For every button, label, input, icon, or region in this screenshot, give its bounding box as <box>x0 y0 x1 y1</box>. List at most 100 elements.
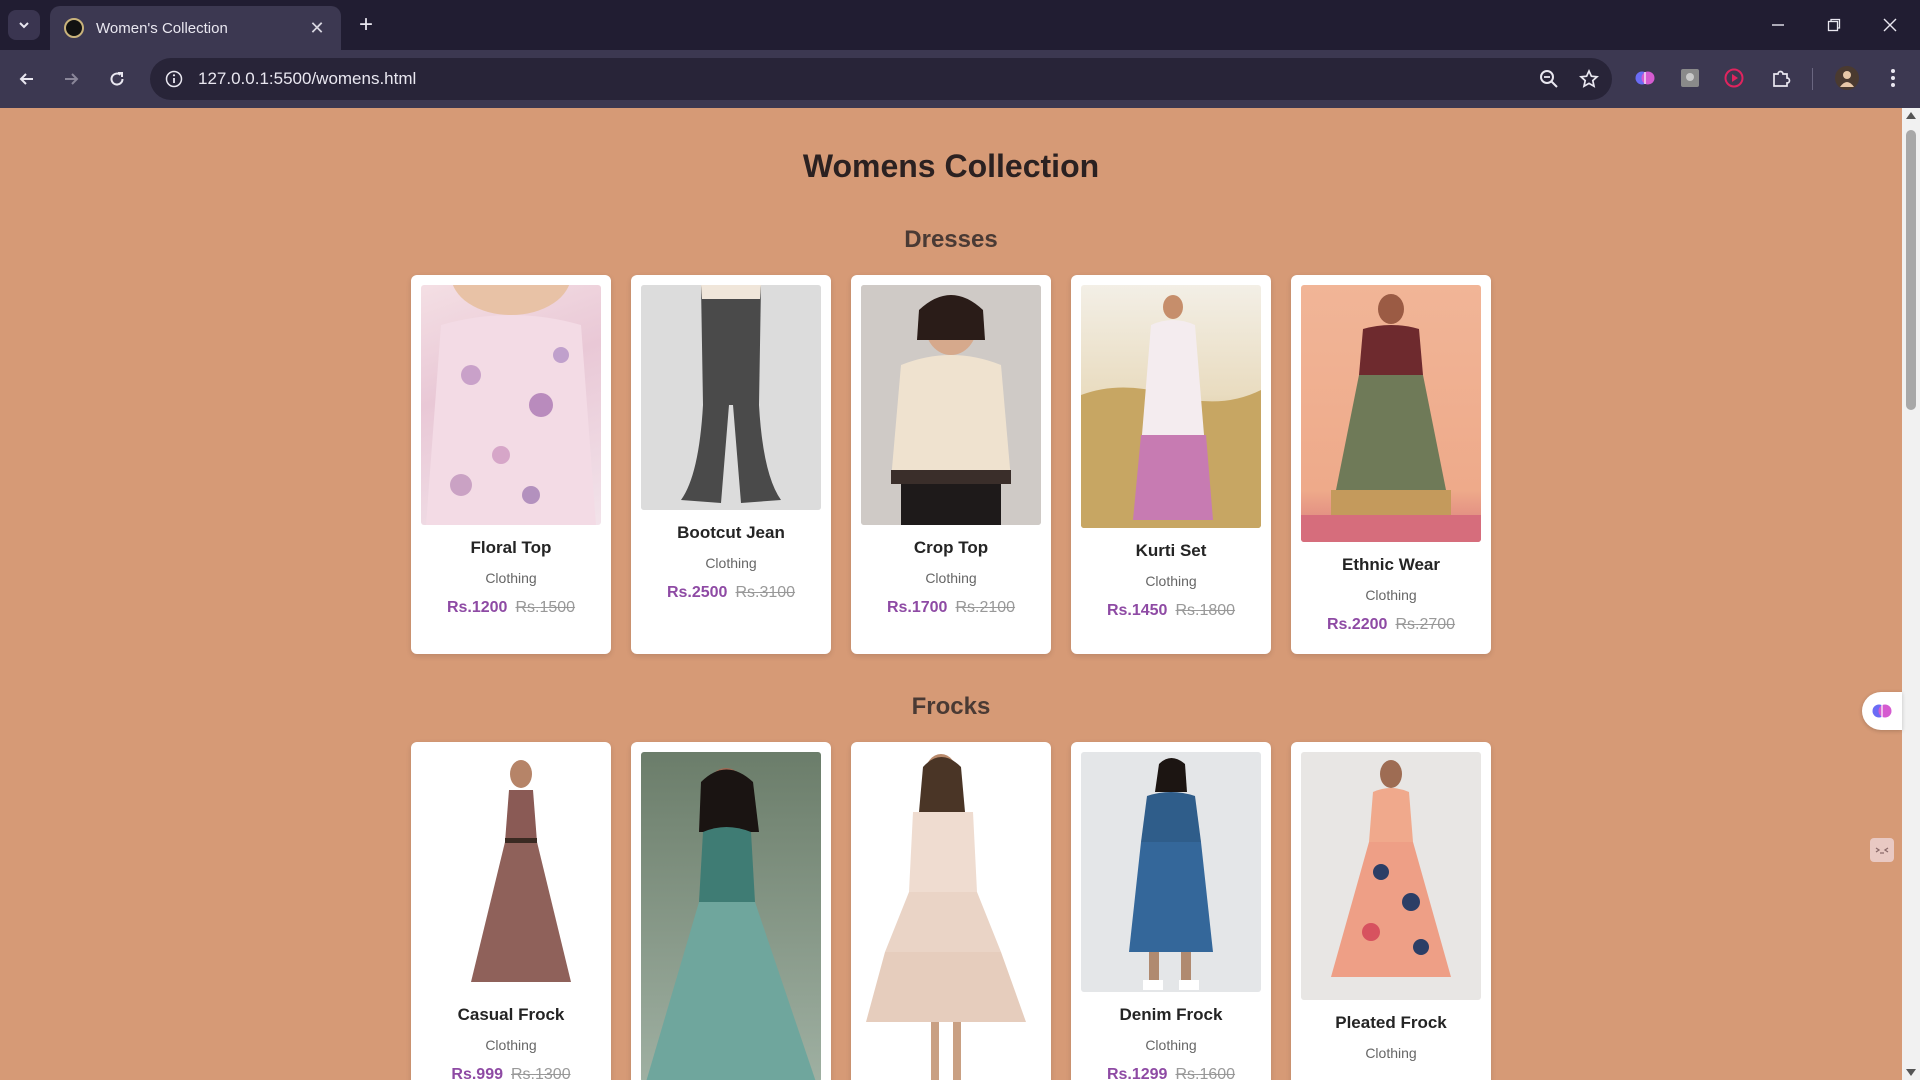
new-tab-button[interactable]: + <box>352 12 380 40</box>
info-icon <box>165 70 183 88</box>
bookmark-button[interactable] <box>1572 62 1606 96</box>
product-image-pleated-frock <box>1301 752 1481 1000</box>
product-image-ethnic-wear <box>1301 285 1481 542</box>
back-button[interactable] <box>12 64 42 94</box>
floating-assistant-button[interactable] <box>1862 692 1902 730</box>
more-vertical-icon <box>1891 69 1895 87</box>
extension-record-button[interactable] <box>1719 63 1749 93</box>
product-category: Clothing <box>705 555 757 571</box>
product-price-row: Rs.2500 Rs.3100 <box>631 584 831 602</box>
page-scrollbar[interactable] <box>1902 108 1920 1080</box>
scroll-thumb[interactable] <box>1906 130 1916 410</box>
product-image-denim-frock <box>1081 752 1261 992</box>
product-card-denim-frock[interactable]: Denim Frock Clothing Rs.1299 Rs.1600 <box>1071 742 1271 1080</box>
product-price-row: Rs.1299 Rs.1600 <box>1071 1066 1271 1080</box>
bootcut-jean-photo <box>641 285 821 510</box>
product-category: Clothing <box>1145 1037 1197 1053</box>
site-favicon-icon <box>64 18 84 38</box>
product-card-kurti-set[interactable]: Kurti Set Clothing Rs.1450 Rs.1800 <box>1071 275 1271 654</box>
record-icon <box>1724 68 1744 88</box>
product-name: Floral Top <box>470 538 552 557</box>
product-price: Rs.999 <box>451 1066 503 1080</box>
brain-icon <box>1872 704 1892 718</box>
product-old-price: Rs.1800 <box>1175 602 1236 619</box>
puzzle-icon <box>1773 70 1791 87</box>
zoom-button[interactable] <box>1532 62 1566 96</box>
toolbar-divider <box>1812 68 1813 90</box>
star-icon <box>1579 69 1599 88</box>
product-category: Clothing <box>1365 1045 1417 1061</box>
scroll-up-icon[interactable] <box>1906 112 1916 119</box>
product-image-bootcut-jean <box>641 285 821 510</box>
extensions-menu-button[interactable] <box>1766 63 1796 93</box>
product-image-casual-frock <box>421 752 601 992</box>
product-category: Clothing <box>1145 573 1197 589</box>
face-icon <box>1875 847 1889 854</box>
product-old-price: Rs.3100 <box>735 584 796 601</box>
product-price: Rs.1200 <box>446 599 508 616</box>
product-name: Denim Frock <box>1119 1005 1223 1024</box>
browser-menu-button[interactable] <box>1878 63 1908 93</box>
product-category: Clothing <box>1365 587 1417 603</box>
product-name: Pleated Frock <box>1335 1013 1447 1032</box>
product-card-bootcut-jean[interactable]: Bootcut Jean Clothing Rs.2500 Rs.3100 <box>631 275 831 654</box>
tab-close-icon[interactable]: ✕ <box>307 18 327 39</box>
extension-image-button[interactable] <box>1675 63 1705 93</box>
active-tab[interactable]: Women's Collection ✕ <box>50 6 341 50</box>
url-text[interactable]: 127.0.0.1:5500/womens.html <box>198 69 1532 89</box>
zoom-out-icon <box>1540 70 1558 88</box>
product-name: Bootcut Jean <box>677 523 785 542</box>
tiered-frock-photo <box>866 754 1026 1080</box>
floating-helper-icon[interactable] <box>1870 838 1894 862</box>
minimize-icon <box>1772 24 1784 26</box>
restore-button[interactable] <box>1814 10 1854 40</box>
casual-frock-photo <box>471 760 571 982</box>
product-card-frock-3[interactable] <box>851 742 1051 1080</box>
section-title-frocks: Frocks <box>911 693 991 720</box>
forward-button[interactable] <box>56 64 86 94</box>
product-card-crop-top[interactable]: Crop Top Clothing Rs.1700 Rs.2100 <box>851 275 1051 654</box>
reload-button[interactable] <box>102 64 132 94</box>
floral-top-photo <box>426 285 596 525</box>
product-name: Ethnic Wear <box>1342 555 1440 574</box>
product-price-row: Rs.999 Rs.1300 <box>411 1066 611 1080</box>
product-card-ethnic-wear[interactable]: Ethnic Wear Clothing Rs.2200 Rs.2700 <box>1291 275 1491 654</box>
product-old-price: Rs.1500 <box>515 599 576 616</box>
profile-button[interactable] <box>1832 63 1862 93</box>
product-old-price: Rs.1600 <box>1175 1066 1236 1080</box>
arrow-left-icon <box>19 73 33 85</box>
tab-search-button[interactable] <box>8 10 40 40</box>
close-window-button[interactable] <box>1870 10 1910 40</box>
product-old-price: Rs.2700 <box>1395 616 1456 633</box>
product-name: Kurti Set <box>1135 541 1207 560</box>
site-info-icon[interactable] <box>162 67 186 91</box>
address-bar[interactable]: 127.0.0.1:5500/womens.html <box>150 58 1612 100</box>
product-card-casual-frock[interactable]: Casual Frock Clothing Rs.999 Rs.1300 <box>411 742 611 1080</box>
minimize-button[interactable] <box>1758 10 1798 40</box>
page-viewport: Womens Collection Dresses Floral Top Clo… <box>0 108 1902 1080</box>
arrow-right-icon <box>65 73 79 85</box>
reload-icon <box>110 72 124 86</box>
product-card-frock-2[interactable] <box>631 742 831 1080</box>
product-price-row: Rs.1450 Rs.1800 <box>1071 602 1271 620</box>
scroll-down-icon[interactable] <box>1906 1069 1916 1076</box>
product-category: Clothing <box>925 570 977 586</box>
product-price-row: Rs.1200 Rs.1500 <box>411 599 611 617</box>
extension-brain-button[interactable] <box>1630 63 1660 93</box>
product-card-floral-top[interactable]: Floral Top Clothing Rs.1200 Rs.1500 <box>411 275 611 654</box>
product-name: Crop Top <box>913 538 989 557</box>
crop-top-photo <box>861 285 1041 525</box>
brain-icon <box>1635 71 1655 85</box>
denim-frock-photo <box>1129 758 1213 990</box>
teal-gown-photo <box>646 768 816 1080</box>
close-icon <box>1883 18 1897 32</box>
product-image-floral-top <box>421 285 601 525</box>
kurti-set-photo <box>1081 295 1261 528</box>
product-card-pleated-frock[interactable]: Pleated Frock Clothing <box>1291 742 1491 1080</box>
product-name: Casual Frock <box>457 1005 565 1024</box>
product-price: Rs.1450 <box>1106 602 1168 619</box>
product-price: Rs.2500 <box>666 584 728 601</box>
product-price-row: Rs.1700 Rs.2100 <box>851 599 1051 617</box>
page-title: Womens Collection <box>802 148 1100 184</box>
product-price-row: Rs.2200 Rs.2700 <box>1291 616 1491 634</box>
